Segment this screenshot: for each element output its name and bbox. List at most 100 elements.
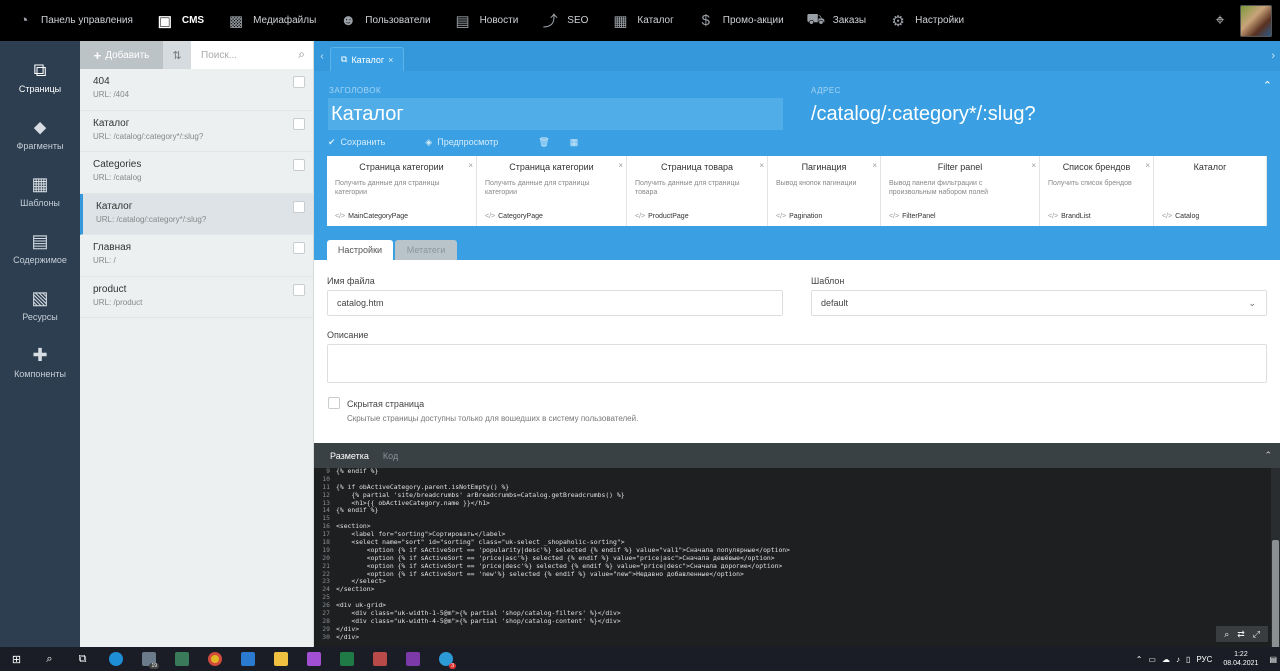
close-icon[interactable]: × — [872, 161, 877, 170]
calendar-icon[interactable]: ▦ — [570, 137, 579, 148]
sidebar-item-3[interactable]: ▤ Содержимое — [0, 219, 80, 276]
sidebar-item-0[interactable]: ⧉ Страницы — [0, 48, 80, 105]
phpstorm-icon[interactable] — [297, 647, 330, 671]
avatar[interactable] — [1240, 4, 1272, 37]
tab-markup[interactable]: Разметка — [330, 451, 369, 461]
explorer-icon[interactable] — [264, 647, 297, 671]
component-card[interactable]: Страница категории Получить данные для ст… — [477, 156, 627, 226]
component-card[interactable]: Список брендов Получить список брендов </>… — [1040, 156, 1154, 226]
sidebar-item-4[interactable]: ▧ Ресурсы — [0, 276, 80, 333]
component-card[interactable]: Страница категории Получить данные для ст… — [327, 156, 477, 226]
layout-select[interactable]: default ⌄ — [811, 290, 1267, 316]
page-checkbox[interactable] — [293, 283, 305, 296]
sidebar-item-1[interactable]: ⬥ Фрагменты — [0, 105, 80, 162]
save-button[interactable]: ✔ Сохранить — [328, 137, 405, 148]
app-icon[interactable] — [165, 647, 198, 671]
description-textarea[interactable] — [327, 344, 1267, 383]
scrollbar-thumb[interactable] — [1272, 540, 1279, 650]
topnav-item-7[interactable]: $ Промо-акции — [696, 0, 784, 41]
topnav-item-0[interactable]: ◔ Панель управления — [14, 0, 132, 41]
list-item[interactable]: Каталог URL: /catalog/:category*/:slug? — [80, 111, 313, 152]
component-card[interactable]: Filter panel Вывод панели фильтрации с пр… — [881, 156, 1040, 226]
speaker-icon[interactable]: ♪ — [1176, 655, 1180, 664]
page-title: product — [93, 283, 127, 295]
cms-icon: ▣ — [157, 12, 172, 30]
chevron-up-icon[interactable]: ⌃ — [1136, 655, 1143, 664]
code-line: 28 <div class="uk-width-4-5@m">{% partia… — [314, 617, 1262, 626]
collapse-icon[interactable]: ⌃ — [1263, 79, 1272, 92]
title-input[interactable]: Каталог — [328, 98, 783, 130]
list-item[interactable]: Главная URL: / — [80, 235, 313, 277]
tab-catalog[interactable]: ⧉ Каталог × — [330, 47, 405, 71]
chevron-left-icon[interactable]: ‹ — [314, 51, 330, 62]
topnav-item-1[interactable]: ▣ CMS — [155, 0, 204, 41]
clock[interactable]: 1:22 08.04.2021 — [1223, 650, 1258, 668]
network-icon[interactable]: ▭ — [1148, 655, 1156, 664]
search-icon[interactable]: ⌕ — [1224, 629, 1229, 640]
code-area[interactable]: 9 {% endif %} 10 11 {% if obActiveCategory.p… — [314, 468, 1262, 647]
hidden-page-checkbox[interactable] — [328, 397, 340, 409]
search-icon[interactable]: ⌕ — [33, 647, 66, 671]
search-input[interactable]: Поиск... ⌕ — [191, 41, 313, 69]
chevron-right-icon[interactable]: › — [1271, 50, 1275, 62]
page-checkbox[interactable] — [293, 117, 305, 130]
replace-icon[interactable]: ⇄ — [1237, 629, 1245, 640]
topnav-item-8[interactable]: ⛟ Заказы — [806, 0, 866, 41]
close-icon[interactable]: × — [468, 161, 473, 170]
close-icon[interactable]: × — [388, 55, 393, 65]
language-indicator[interactable]: РУС — [1196, 655, 1212, 664]
page-checkbox[interactable] — [293, 242, 305, 254]
sidebar-item-2[interactable]: ▦ Шаблоны — [0, 162, 80, 219]
page-title: 404 — [93, 76, 110, 87]
sidebar-item-5[interactable]: ✚ Компоненты — [0, 333, 80, 390]
chrome-icon[interactable] — [198, 647, 231, 671]
onenote-icon[interactable] — [396, 647, 429, 671]
topnav-item-2[interactable]: ▩ Медиафайлы — [226, 0, 316, 41]
close-icon[interactable]: × — [618, 161, 623, 170]
battery-icon[interactable]: ▯ — [1186, 655, 1190, 664]
page-checkbox[interactable] — [293, 76, 305, 88]
chevron-up-icon[interactable]: ⌃ — [1264, 450, 1272, 461]
topnav-item-5[interactable]: ⤴ SEO — [540, 0, 589, 41]
list-item[interactable]: Categories URL: /catalog — [80, 152, 313, 194]
list-item[interactable]: 404 URL: /404 — [80, 69, 313, 111]
add-page-button[interactable]: + Добавить — [80, 41, 163, 69]
fullscreen-icon[interactable]: ⤢ — [1253, 629, 1260, 640]
notifications-icon[interactable]: ▤ — [1269, 655, 1277, 664]
close-icon[interactable]: × — [759, 161, 764, 170]
component-card[interactable]: Страница товара Получить данные для стран… — [627, 156, 768, 226]
task-view-icon[interactable]: ⧉ — [66, 647, 99, 671]
list-item[interactable]: product URL: /product — [80, 277, 313, 318]
scrollbar[interactable] — [1271, 468, 1280, 650]
component-card[interactable]: Пагинация Вывод кнопок пагинации </> Pagina… — [768, 156, 881, 226]
sort-icon[interactable]: ⇅ — [163, 41, 191, 69]
close-icon[interactable]: × — [1031, 161, 1036, 170]
page-checkbox[interactable] — [293, 200, 305, 213]
close-icon[interactable]: × — [1145, 161, 1150, 170]
topnav-item-3[interactable]: ☻ Пользователи — [338, 0, 430, 41]
topnav-item-9[interactable]: ⚙ Настройки — [888, 0, 964, 41]
crosshair-icon[interactable]: ⌖ — [1210, 12, 1230, 30]
tab-meta[interactable]: Метатеги — [395, 240, 457, 260]
page-list-panel: + Добавить ⇅ Поиск... ⌕ 404 URL: /404 Катало… — [80, 41, 314, 647]
preview-button[interactable]: ◈ Предпросмотр — [425, 137, 518, 148]
excel-icon[interactable] — [330, 647, 363, 671]
address-input[interactable]: /catalog/:category*/:slug? — [811, 98, 1036, 130]
list-item[interactable]: Каталог URL: /catalog/:category*/:slug? — [80, 193, 313, 235]
delete-icon[interactable]: 🗑 — [538, 137, 549, 148]
topnav-item-6[interactable]: ▦ Каталог — [610, 0, 673, 41]
app-icon[interactable] — [363, 647, 396, 671]
page-checkbox[interactable] — [293, 159, 305, 171]
windows-start-icon[interactable]: ⊞ — [0, 647, 33, 671]
tab-settings[interactable]: Настройки — [327, 240, 393, 260]
component-card[interactable]: Каталог </> Catalog — [1154, 156, 1267, 226]
topnav-item-4[interactable]: ▤ Новости — [453, 0, 518, 41]
code-icon: </> — [1162, 213, 1173, 220]
edge-icon[interactable] — [99, 647, 132, 671]
filename-input[interactable]: catalog.htm — [327, 290, 783, 316]
telegram-icon[interactable]: 3 — [429, 647, 462, 671]
tab-code[interactable]: Код — [383, 451, 398, 461]
vscode-icon[interactable] — [231, 647, 264, 671]
app-icon[interactable]: 19 — [132, 647, 165, 671]
cloud-icon[interactable]: ☁ — [1162, 655, 1170, 664]
